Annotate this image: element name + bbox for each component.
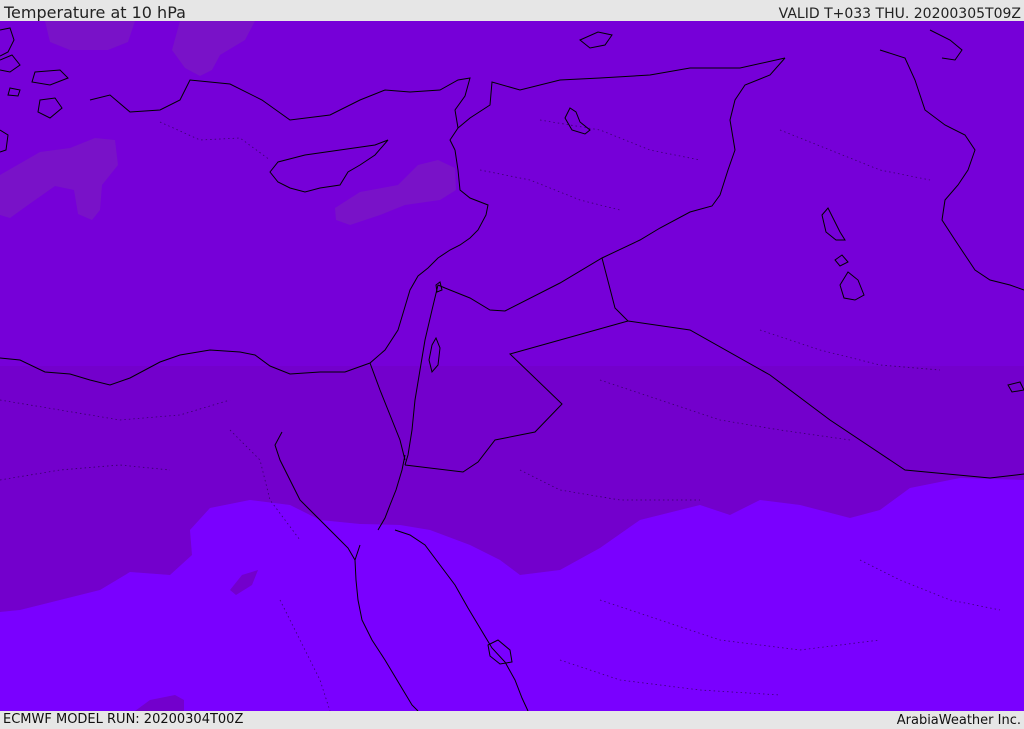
credit-text: ArabiaWeather Inc.: [896, 713, 1021, 728]
map-canvas: [0, 21, 1024, 711]
model-run: ECMWF MODEL RUN: 20200304T00Z: [3, 712, 244, 727]
footer-bar: ECMWF MODEL RUN: 20200304T00Z ArabiaWeat…: [0, 711, 1024, 729]
header-bar: Temperature at 10 hPa VALID T+033 THU. 2…: [0, 0, 1024, 22]
map-title: Temperature at 10 hPa: [4, 3, 186, 22]
weather-map: [0, 21, 1024, 711]
valid-time: VALID T+033 THU. 20200305T09Z: [778, 6, 1021, 22]
